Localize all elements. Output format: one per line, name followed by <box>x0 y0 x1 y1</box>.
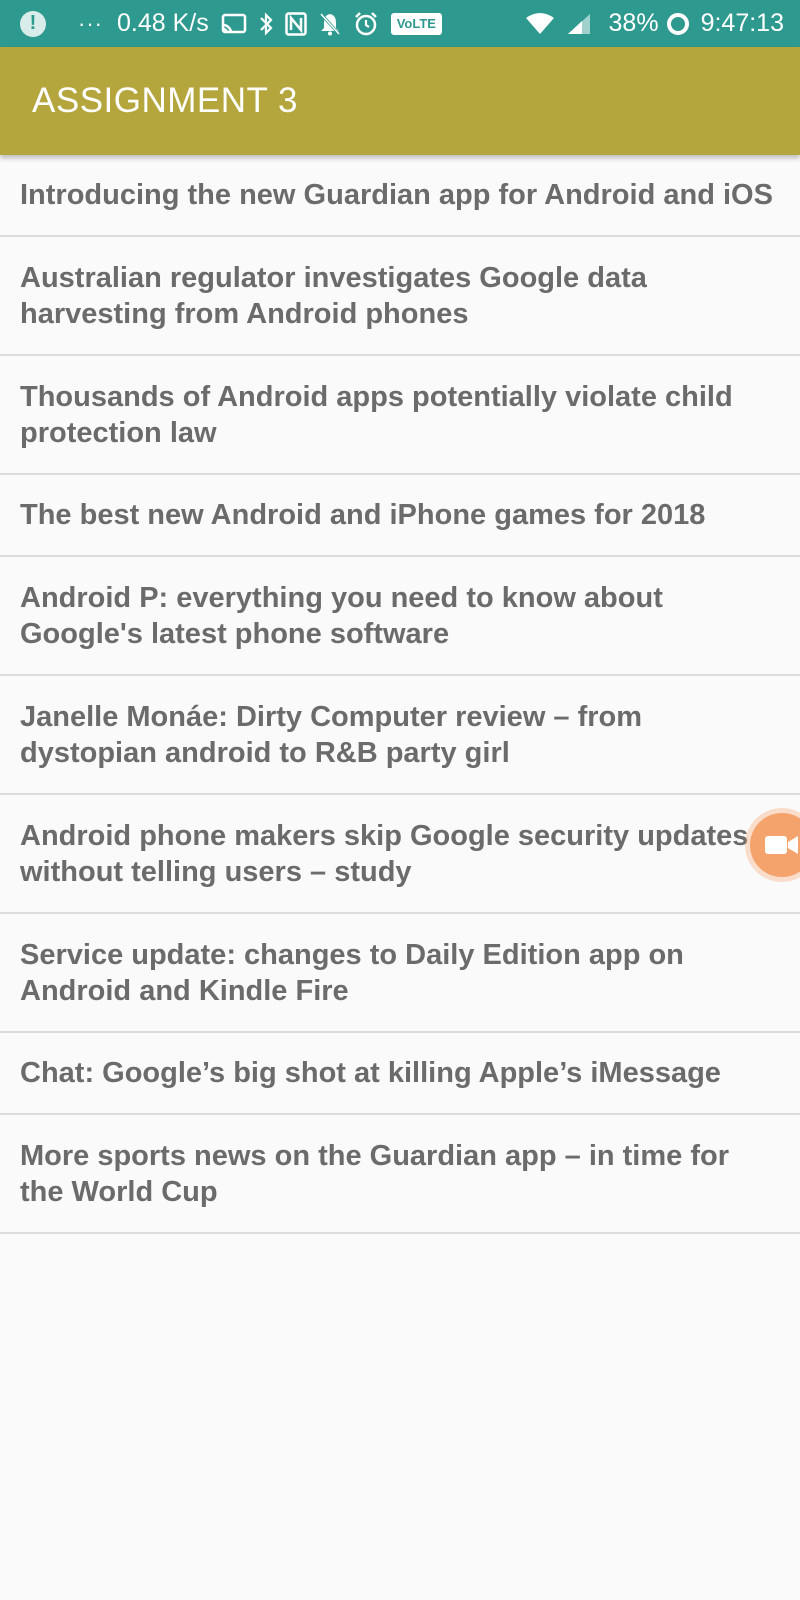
alarm-icon <box>353 11 379 37</box>
cell-signal-icon <box>567 13 591 35</box>
list-item[interactable]: Android P: everything you need to know a… <box>0 557 800 676</box>
cast-icon <box>221 13 247 35</box>
list-item[interactable]: Thousands of Android apps potentially vi… <box>0 356 800 475</box>
bluetooth-icon <box>259 11 273 36</box>
article-title: More sports news on the Guardian app – i… <box>20 1139 729 1208</box>
app-bar: ASSIGNMENT 3 <box>0 47 800 155</box>
article-title: Android P: everything you need to know a… <box>20 581 663 650</box>
article-title: Introducing the new Guardian app for And… <box>20 179 773 211</box>
list-item[interactable]: Introducing the new Guardian app for And… <box>0 155 800 237</box>
list-item[interactable]: Service update: changes to Daily Edition… <box>0 914 800 1033</box>
list-item[interactable]: More sports news on the Guardian app – i… <box>0 1115 800 1234</box>
article-list: Introducing the new Guardian app for And… <box>0 155 800 1234</box>
clock: 9:47:13 <box>700 9 784 37</box>
status-bar: ! ··· 0.48 K/s VoLTE 38% 9:47:13 <box>0 0 800 47</box>
nfc-icon <box>284 11 307 36</box>
volte-icon: VoLTE <box>390 12 442 35</box>
alert-icon: ! <box>20 10 46 37</box>
battery-saver-icon <box>666 12 689 35</box>
wifi-icon <box>525 12 555 35</box>
list-item[interactable]: Australian regulator investigates Google… <box>0 237 800 356</box>
article-title: Android phone makers skip Google securit… <box>20 819 749 888</box>
app-title: ASSIGNMENT 3 <box>32 81 298 120</box>
list-item[interactable]: The best new Android and iPhone games fo… <box>0 475 800 557</box>
notifications-off-icon <box>319 12 341 36</box>
more-notifications-icon: ··· <box>78 10 103 36</box>
list-item[interactable]: Android phone makers skip Google securit… <box>0 795 800 914</box>
list-item[interactable]: Chat: Google’s big shot at killing Apple… <box>0 1033 800 1115</box>
article-title: The best new Android and iPhone games fo… <box>20 499 706 531</box>
network-speed: 0.48 K/s <box>116 9 209 37</box>
article-title: Service update: changes to Daily Edition… <box>20 938 684 1007</box>
article-title: Australian regulator investigates Google… <box>20 261 647 330</box>
video-camera-icon <box>764 832 800 858</box>
article-title: Thousands of Android apps potentially vi… <box>20 380 733 449</box>
list-item[interactable]: Janelle Monáe: Dirty Computer review – f… <box>0 676 800 795</box>
battery-percent: 38% <box>608 9 659 37</box>
article-title: Chat: Google’s big shot at killing Apple… <box>20 1057 721 1089</box>
article-title: Janelle Monáe: Dirty Computer review – f… <box>20 700 643 769</box>
